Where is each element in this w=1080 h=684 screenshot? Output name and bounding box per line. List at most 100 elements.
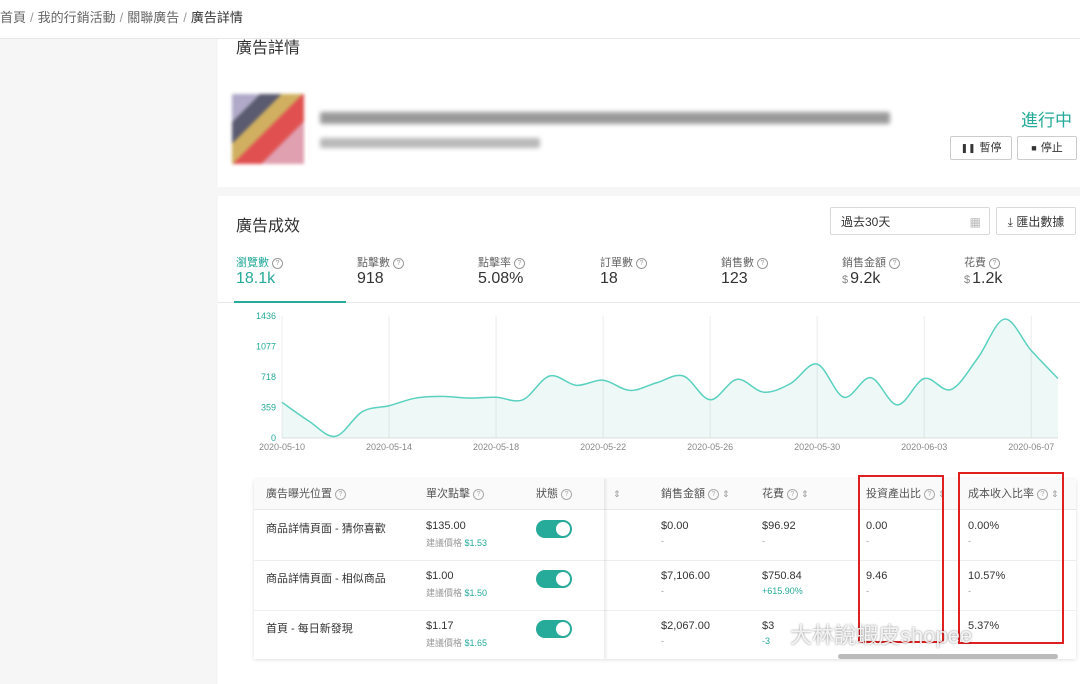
export-data-button[interactable]: ⤓ 匯出數據 — [996, 207, 1076, 235]
x-tick-label: 2020-05-22 — [580, 442, 626, 452]
help-icon: ? — [787, 489, 798, 500]
expense-cell: $3 -3 — [762, 620, 775, 646]
data-point — [977, 357, 979, 359]
metric-label: 瀏覽數 — [236, 257, 269, 269]
breadcrumb-campaigns[interactable]: 我的行銷活動 — [38, 0, 116, 36]
highlight-box-acos — [958, 472, 1064, 644]
placement-name: 商品詳情頁面 - 猜你喜歡 — [266, 523, 386, 535]
expense-cell: $96.92- — [762, 520, 796, 546]
placement-toggle[interactable] — [536, 620, 572, 638]
breadcrumb-home[interactable]: 首頁 — [0, 0, 26, 36]
breadcrumb-current: 廣告詳情 — [190, 10, 243, 25]
pause-button[interactable]: ❚❚ 暫停 — [950, 136, 1012, 160]
column-header-expense[interactable]: 花費? ⇕ — [762, 479, 809, 509]
metric-value: 1.2k — [972, 270, 1003, 287]
table-row: 商品詳情頁面 - 猜你喜歡 $135.00 建議價格 $1.53 $0.00- $… — [254, 510, 1076, 561]
sales-cell: $7,106.00- — [661, 570, 710, 596]
metric-tab-orders[interactable]: 訂單數? 18 — [600, 250, 720, 302]
metric-value: 9.2k — [850, 270, 881, 287]
data-point — [762, 391, 764, 393]
help-icon: ? — [989, 258, 1000, 269]
placement-name: 商品詳情頁面 - 相似商品 — [266, 573, 386, 585]
export-label: 匯出數據 — [1016, 215, 1065, 229]
x-tick-label: 2020-06-03 — [901, 442, 947, 452]
column-header-sales[interactable]: 銷售金額? ⇕ — [661, 479, 730, 509]
data-point — [548, 375, 550, 377]
column-header-placement: 廣告曝光位置? — [266, 479, 346, 509]
help-icon: ? — [636, 258, 647, 269]
x-tick-label: 2020-05-10 — [259, 442, 305, 452]
metric-tab-gmv[interactable]: 銷售金額? $9.2k — [842, 250, 962, 302]
impressions-trend-chart: 2020-05-10 2020-05-14 2020-05-18 2020-05-22… — [256, 311, 1059, 452]
x-tick-label: 2020-06-07 — [1008, 442, 1054, 452]
metric-tabs: 瀏覽數? 18.1k 點擊數? 918 點擊率? 5.08% 訂單數? 18 銷… — [218, 250, 1080, 303]
watermark: 大林說蝦皮shopee — [790, 623, 973, 648]
metric-value: 918 — [357, 270, 384, 287]
help-icon: ? — [757, 258, 768, 269]
data-point — [923, 377, 925, 379]
y-tick-label: 1436 — [256, 311, 276, 321]
sales-cell: $2,067.00- — [661, 620, 710, 646]
x-tick-label: 2020-05-30 — [794, 442, 840, 452]
performance-title: 廣告成效 — [236, 218, 301, 235]
cpc-cell: $1.00 建議價格 $1.50 — [426, 570, 488, 598]
cpc-cell: $1.17 建議價格 $1.65 — [426, 620, 488, 648]
data-point — [281, 401, 283, 403]
metric-label: 花費 — [964, 257, 986, 269]
data-point — [629, 389, 631, 391]
date-range-picker[interactable]: 過去30天 ▦ — [830, 207, 990, 235]
data-point — [575, 384, 577, 386]
data-point — [334, 435, 336, 437]
data-point — [361, 410, 363, 412]
stop-button[interactable]: ■ 停止 — [1017, 136, 1077, 160]
help-icon: ? — [708, 489, 719, 500]
pause-label: 暫停 — [979, 142, 1002, 154]
metric-value: 5.08% — [478, 270, 524, 287]
metric-value: 123 — [721, 270, 748, 287]
placement-toggle[interactable] — [536, 520, 572, 538]
sales-cell: $0.00- — [661, 520, 689, 546]
page-title: 廣告詳情 — [236, 40, 301, 57]
y-tick-label: 718 — [261, 372, 276, 382]
data-point — [1057, 377, 1059, 379]
cpc-cell: $135.00 建議價格 $1.53 — [426, 520, 488, 548]
column-header-cpc: 單次點擊? — [426, 479, 484, 509]
data-point — [869, 376, 871, 378]
help-icon: ? — [514, 258, 525, 269]
metric-tab-impressions[interactable]: 瀏覽數? 18.1k — [234, 250, 356, 303]
x-tick-label: 2020-05-18 — [473, 442, 519, 452]
column-header-status: 狀態? — [536, 479, 572, 509]
left-sidebar — [0, 39, 218, 684]
column-header-hidden[interactable]: ⇕ — [610, 479, 621, 509]
placement-toggle[interactable] — [536, 570, 572, 588]
data-point — [495, 396, 497, 398]
metric-label: 訂單數 — [600, 257, 633, 269]
metric-tab-expense[interactable]: 花費? $1.2k — [964, 250, 1080, 302]
breadcrumb-related-ads[interactable]: 關聯廣告 — [127, 0, 179, 36]
data-point — [388, 405, 390, 407]
ad-performance-card: 廣告成效 過去30天 ▦ ⤓ 匯出數據 瀏覽數? 18.1k 點擊數? 918 … — [218, 196, 1080, 684]
table-row: 商品詳情頁面 - 相似商品 $1.00 建議價格 $1.50 $7,106.00-… — [254, 560, 1076, 611]
metric-value: 18.1k — [236, 270, 276, 287]
breadcrumb-separator: / — [30, 10, 34, 25]
sort-icon: ⇕ — [801, 489, 809, 499]
data-point — [415, 397, 417, 399]
x-tick-label: 2020-05-14 — [366, 442, 412, 452]
table-header: 廣告曝光位置? 單次點擊? 狀態? ⇕ 銷售金額? ⇕ 花費? ⇕ 投資產出比? ⇕ … — [254, 479, 1076, 510]
metric-label: 點擊數 — [357, 257, 390, 269]
placement-name: 首頁 - 每日新發現 — [266, 623, 353, 635]
metric-tab-ctr[interactable]: 點擊率? 5.08% — [478, 250, 598, 302]
metric-tab-items-sold[interactable]: 銷售數? 123 — [721, 250, 841, 302]
help-icon: ? — [561, 489, 572, 500]
frozen-column-shadow — [604, 479, 608, 659]
product-meta-redacted — [320, 138, 540, 148]
x-tick-label: 2020-05-26 — [687, 442, 733, 452]
metric-tab-clicks[interactable]: 點擊數? 918 — [357, 250, 477, 302]
currency-symbol: $ — [964, 274, 971, 286]
breadcrumb: 首頁 / 我的行銷活動 / 關聯廣告 / 廣告詳情 — [0, 0, 1080, 39]
horizontal-scrollbar[interactable] — [838, 654, 1058, 659]
series-area — [282, 319, 1058, 438]
y-tick-label: 0 — [271, 433, 276, 443]
active-tab-indicator — [234, 301, 346, 303]
data-point — [1003, 318, 1005, 320]
